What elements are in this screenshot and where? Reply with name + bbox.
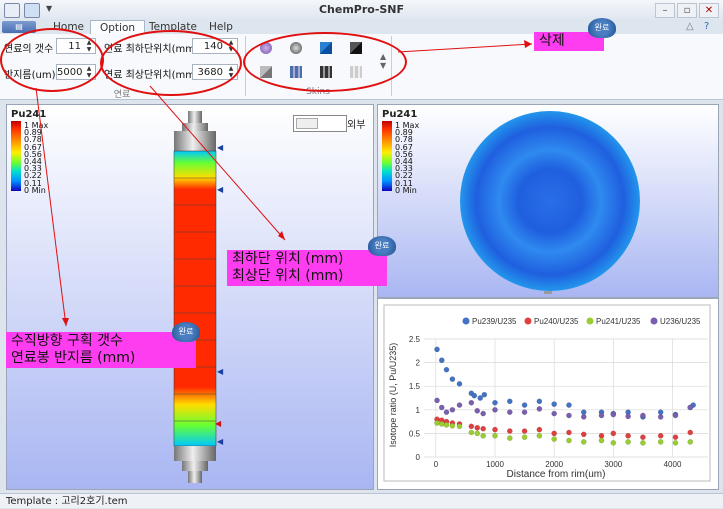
done-badge: 완료 [588, 18, 616, 38]
vertical-division-note: 수직방향 구획 갯수 연료봉 반지름 (mm) [6, 332, 196, 368]
position-note: 최하단 위치 (mm) 최상단 위치 (mm) [227, 250, 387, 286]
position-note-line1: 최하단 위치 (mm) [232, 251, 344, 267]
vertical-note-line1: 수직방향 구획 갯수 [11, 333, 123, 349]
done-badge: 완료 [172, 322, 200, 342]
done-badge: 완료 [368, 236, 396, 256]
status-bar: Template : 고리2호기.tem [0, 493, 723, 508]
position-note-line2: 최상단 위치 (mm) [232, 268, 344, 284]
vertical-note-line2: 연료봉 반지름 (mm) [11, 350, 136, 366]
